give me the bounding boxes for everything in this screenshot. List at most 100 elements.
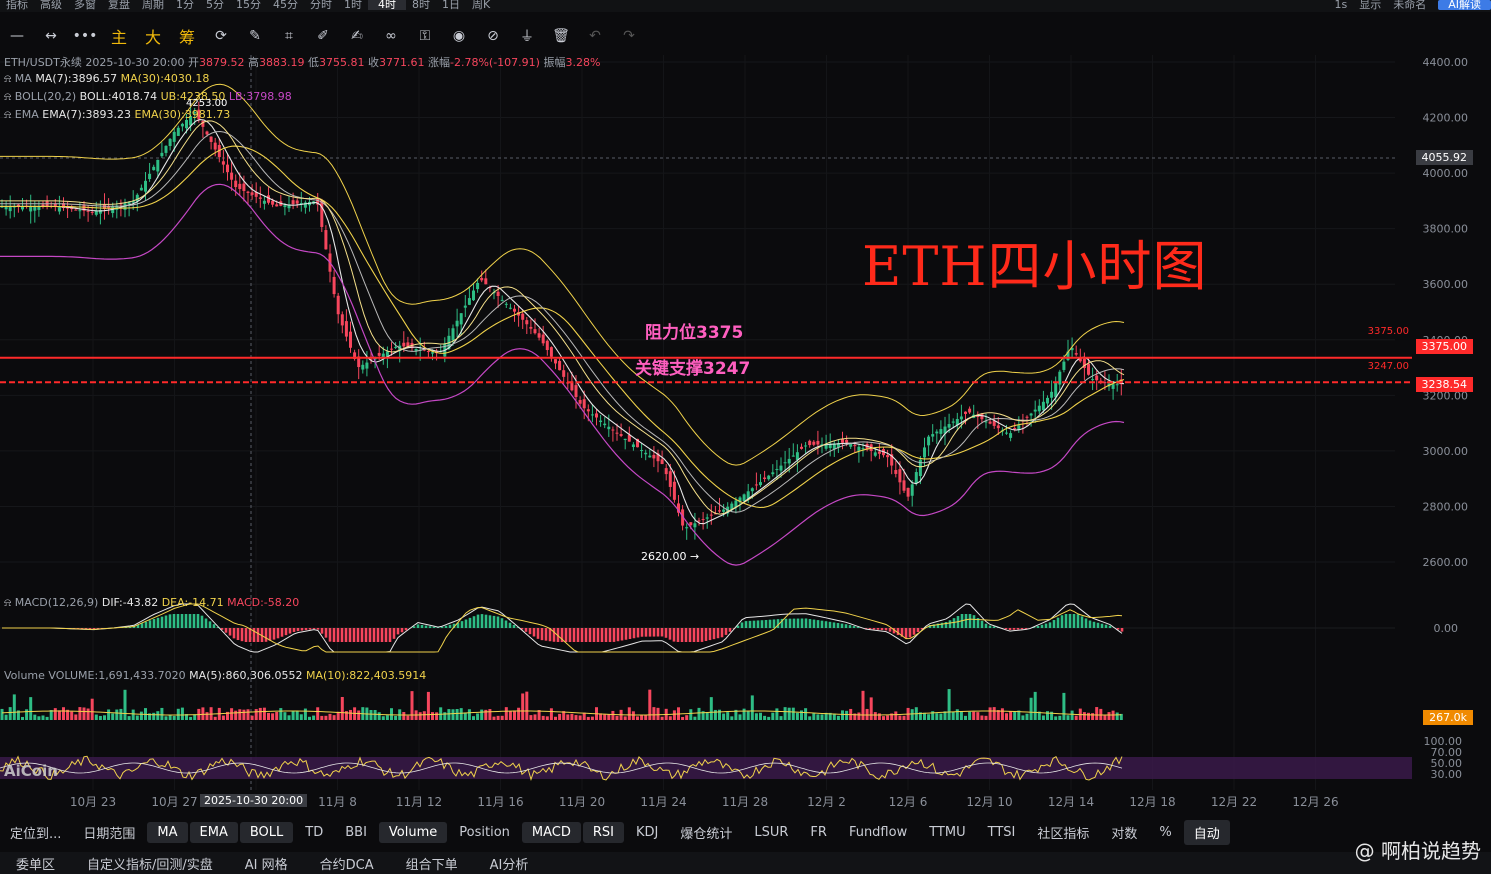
price-chart[interactable]: 4400.004200.004000.003800.003600.003400.… xyxy=(0,0,1491,874)
indicator-tab-9[interactable]: MACD xyxy=(521,821,581,843)
macd-bar xyxy=(476,614,480,628)
volume-bar xyxy=(681,716,685,720)
indicator-tab-6[interactable]: BBI xyxy=(335,822,377,843)
macd-bar xyxy=(672,628,676,642)
candle-body xyxy=(545,340,549,351)
indicator-tab-15[interactable]: Fundflow xyxy=(839,822,917,843)
bell-icon[interactable]: ⍾ xyxy=(4,108,11,121)
macd-bar xyxy=(528,628,532,635)
volume-bar xyxy=(566,714,570,720)
volume-bar xyxy=(820,714,824,720)
price-tick-label: 3600.00 xyxy=(1423,278,1469,291)
volume-bar xyxy=(627,707,631,720)
indicator-tab-5[interactable]: TD xyxy=(295,822,333,843)
volume-bar xyxy=(12,694,16,720)
indicator-tab-16[interactable]: TTMU xyxy=(919,822,975,843)
candle-body xyxy=(426,351,430,353)
macd-bar xyxy=(880,628,884,631)
candle-body xyxy=(472,290,475,301)
boll-name: BOLL(20,2) xyxy=(14,90,77,103)
candle-body xyxy=(742,494,746,502)
indicator-tab-13[interactable]: LSUR xyxy=(744,822,798,843)
macd-bar xyxy=(440,626,444,628)
indicator-tab-20[interactable]: % xyxy=(1149,822,1181,843)
macd-bar xyxy=(184,614,188,628)
indicator-tab-4[interactable]: BOLL xyxy=(239,821,294,843)
macd-bar xyxy=(1044,623,1048,628)
price-tick-label: 4000.00 xyxy=(1423,167,1469,180)
volume-bar xyxy=(869,697,873,720)
volume-bar xyxy=(951,711,955,720)
macd-bar xyxy=(464,619,468,628)
volume-legend: Volume VOLUME:1,691,433.7020 MA(5):860,3… xyxy=(4,669,426,682)
macd-bar xyxy=(224,628,228,633)
indicator-tab-bar: 定位到... 日期范围 MA EMA BOLL TD BBI Volume Position MA… xyxy=(0,818,1491,846)
macd-bar xyxy=(952,618,956,628)
candle-body xyxy=(951,421,955,423)
volume-bar xyxy=(1033,691,1037,720)
volume-bar xyxy=(713,709,717,720)
bottom-panel-tab-2[interactable]: AI 网格 xyxy=(229,854,304,873)
indicator-tab-21[interactable]: 自动 xyxy=(1183,819,1230,845)
bottom-panel-tab-5[interactable]: AI分析 xyxy=(474,854,545,873)
volume-bar xyxy=(369,709,373,720)
bottom-panel-tab-3[interactable]: 合约DCA xyxy=(304,854,390,873)
bottom-panel-tab-0[interactable]: 委单区 xyxy=(0,854,71,873)
macd-bar xyxy=(828,621,832,628)
macd-bar xyxy=(748,620,752,628)
macd-bar xyxy=(564,628,568,642)
indicator-tab-12[interactable]: 爆仓统计 xyxy=(670,820,742,845)
candle-body xyxy=(902,480,906,491)
volume-bar xyxy=(685,715,689,720)
indicator-tab-7[interactable]: Volume xyxy=(378,821,448,843)
volume-bar xyxy=(668,716,672,720)
bottom-panel-tab-4[interactable]: 组合下单 xyxy=(390,854,474,873)
macd-bar xyxy=(580,628,584,642)
volume-bar xyxy=(90,698,94,720)
volume-bar xyxy=(172,715,176,720)
indicator-tab-2[interactable]: MA xyxy=(147,821,188,843)
bell-icon[interactable]: ⍾ xyxy=(4,90,11,103)
macd-legend: ⍾ MACD(12,26,9) DIF:-43.82 DEA:-14.71 MA… xyxy=(4,596,299,610)
indicator-tab-18[interactable]: 社区指标 xyxy=(1027,820,1099,845)
amp-value: 3.28% xyxy=(565,56,601,69)
indicator-tab-10[interactable]: RSI xyxy=(582,821,624,843)
indicator-tab-19[interactable]: 对数 xyxy=(1101,820,1147,845)
candle-body xyxy=(898,469,902,483)
candle-body xyxy=(496,291,500,297)
macd-bar xyxy=(700,628,704,642)
candle-body xyxy=(812,441,816,445)
volume-bar xyxy=(258,707,262,720)
indicator-tab-3[interactable]: EMA xyxy=(189,821,238,843)
candle-body xyxy=(148,173,152,180)
candle-body xyxy=(779,465,783,471)
candle-body xyxy=(660,459,664,465)
indicator-tab-14[interactable]: FR xyxy=(800,822,837,843)
indicator-tab-17[interactable]: TTSI xyxy=(978,822,1026,843)
volume-bar xyxy=(242,709,246,720)
indicator-tab-0[interactable]: 定位到... xyxy=(0,820,71,845)
candle-body xyxy=(160,152,164,157)
candle-body xyxy=(599,420,603,423)
volume-bar xyxy=(45,716,49,720)
macd-bar xyxy=(540,628,544,641)
bell-icon[interactable]: ⍾ xyxy=(4,72,11,85)
volume-bar xyxy=(586,716,590,720)
volume-bar xyxy=(385,715,389,720)
indicator-tab-8[interactable]: Position xyxy=(449,822,520,843)
candle-body xyxy=(923,447,926,458)
volume-bar xyxy=(738,714,742,720)
volume-bar xyxy=(189,716,193,720)
macd-bar xyxy=(844,624,848,628)
macd-bar xyxy=(644,628,648,637)
macd-bar xyxy=(400,628,404,633)
macd-bar xyxy=(292,628,296,632)
bottom-panel-tab-1[interactable]: 自定义指标/回测/实盘 xyxy=(71,854,229,873)
candle-body xyxy=(402,342,406,347)
volume-bar xyxy=(607,714,611,720)
indicator-tab-1[interactable]: 日期范围 xyxy=(73,820,145,845)
bell-icon[interactable]: ⍾ xyxy=(4,596,11,609)
indicator-tab-11[interactable]: KDJ xyxy=(626,822,668,843)
volume-bar xyxy=(406,715,410,720)
volume-bar xyxy=(783,707,787,720)
